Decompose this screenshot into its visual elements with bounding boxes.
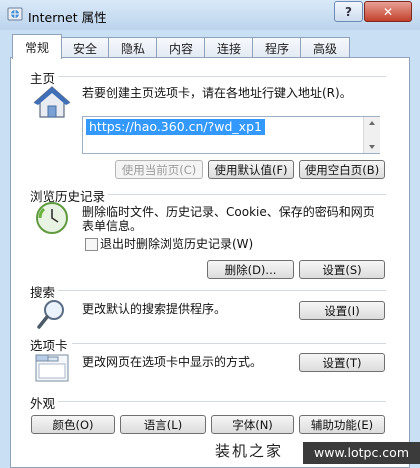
tab-general[interactable]: 常规 — [12, 34, 62, 59]
homepage-description: 若要创建主页选项卡，请在各地址行键入地址(R)。 — [82, 86, 352, 100]
delete-on-exit-checkbox[interactable] — [85, 238, 98, 251]
tab-security[interactable]: 安全 — [60, 37, 110, 58]
window-title: Internet 属性 — [28, 10, 107, 25]
use-blank-button[interactable]: 使用空白页(B) — [299, 160, 385, 179]
url-scrollbar[interactable] — [363, 117, 380, 153]
homepage-url-text[interactable]: https://hao.360.cn/?wd_xp1 — [86, 119, 265, 135]
tabs-description: 更改网页在选项卡中显示的方式。 — [82, 355, 263, 369]
homepage-separator — [58, 76, 386, 77]
tab-connections[interactable]: 连接 — [204, 37, 254, 58]
accessibility-button[interactable]: 辅助功能(E) — [299, 415, 385, 434]
history-description-line1: 删除临时文件、历史记录、Cookie、保存的密码和网页 — [82, 205, 375, 219]
search-magnifier-icon — [37, 300, 64, 329]
use-default-button[interactable]: 使用默认值(F) — [208, 160, 294, 179]
delete-on-exit-label[interactable]: 退出时删除浏览历史记录(W) — [100, 237, 253, 252]
delete-history-button[interactable]: 删除(D)... — [207, 260, 294, 279]
tab-privacy[interactable]: 隐私 — [108, 37, 158, 58]
tab-advanced[interactable]: 高级 — [300, 37, 350, 58]
history-description-line2: 表单信息。 — [82, 219, 143, 233]
scroll-arrows-icon — [369, 121, 375, 149]
tabs-window-icon — [35, 354, 69, 382]
colors-button[interactable]: 颜色(O) — [31, 415, 115, 434]
history-clock-icon — [36, 202, 68, 234]
search-settings-button[interactable]: 设置(I) — [299, 301, 385, 320]
tabs-settings-button[interactable]: 设置(T) — [299, 353, 385, 372]
use-current-button[interactable]: 使用当前页(C) — [115, 160, 203, 179]
watermark-text: 装机之家 — [215, 442, 284, 460]
watermark-url: www.lotpc.com — [303, 442, 420, 464]
home-icon — [33, 86, 71, 118]
help-button[interactable]: ? — [334, 1, 363, 22]
appearance-heading: 外观 — [30, 396, 56, 411]
languages-button[interactable]: 语言(L) — [120, 415, 206, 434]
tab-content[interactable]: 内容 — [156, 37, 206, 58]
tabs-separator — [72, 343, 386, 344]
internet-options-icon — [7, 7, 23, 21]
search-separator — [58, 290, 386, 291]
close-button[interactable]: ✕ — [364, 1, 412, 22]
history-settings-button[interactable]: 设置(S) — [299, 260, 385, 279]
fonts-button[interactable]: 字体(N) — [211, 415, 294, 434]
search-description: 更改默认的搜索提供程序。 — [82, 302, 227, 316]
appearance-separator — [58, 401, 386, 402]
history-separator — [108, 194, 386, 195]
tab-programs[interactable]: 程序 — [252, 37, 302, 58]
